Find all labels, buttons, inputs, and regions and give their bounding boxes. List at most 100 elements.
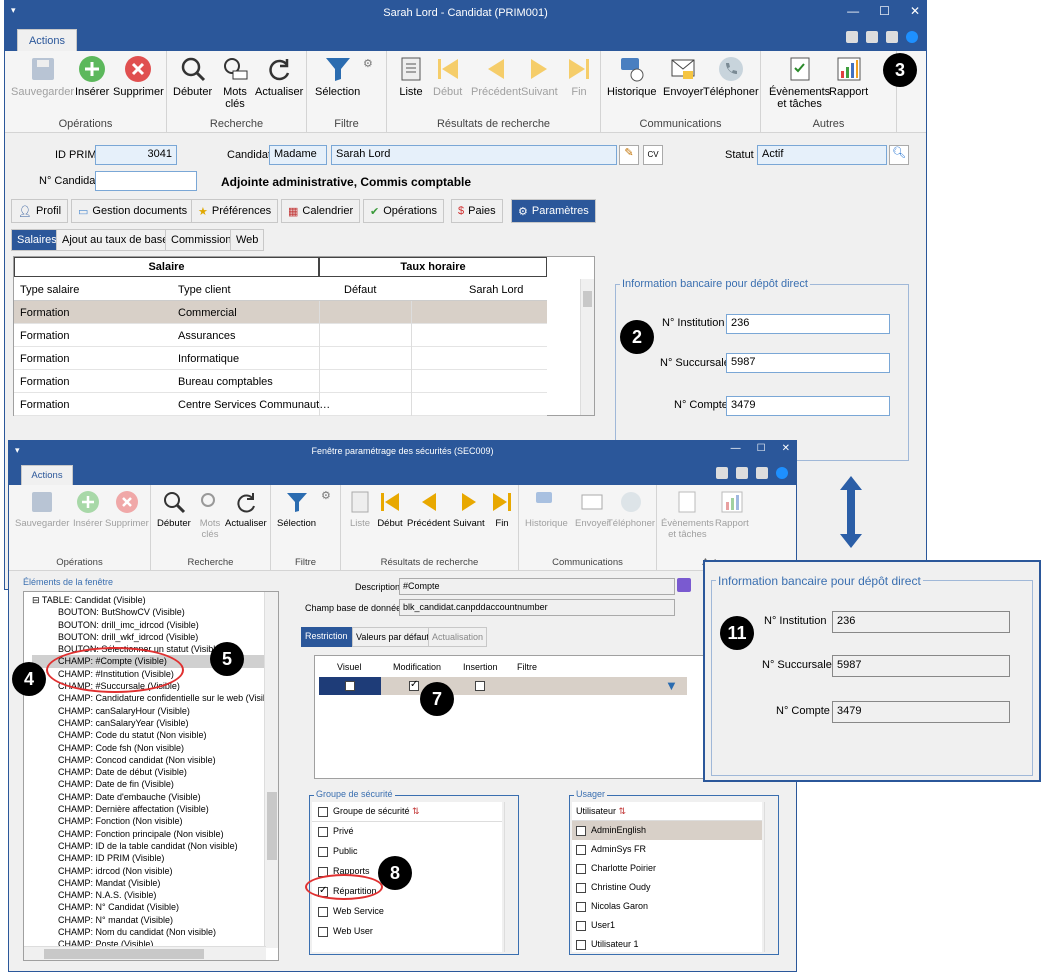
checkbox[interactable] — [576, 825, 586, 836]
checkbox[interactable] — [576, 863, 586, 874]
debuter-button[interactable]: Débuter — [173, 55, 212, 98]
maximize-icon[interactable]: ☐ — [757, 443, 766, 454]
tab-calendrier[interactable]: ▦ Calendrier — [281, 199, 361, 223]
tree-hscrollbar[interactable] — [24, 946, 266, 960]
keywords-button[interactable]: Mots clés — [221, 55, 249, 110]
list-item[interactable]: Public — [312, 842, 502, 862]
description-field[interactable]: #Compte — [399, 578, 675, 595]
list-item[interactable]: Utilisateur ⇅ — [572, 802, 762, 821]
print-icon[interactable] — [756, 467, 768, 479]
list-item[interactable]: Nicolas Garon — [572, 897, 762, 916]
no-candidat-field[interactable] — [95, 171, 197, 191]
id-prim-field[interactable]: 3041 — [95, 145, 177, 165]
envoyer-button[interactable]: Envoyer — [575, 489, 610, 529]
tree-item[interactable]: ⊟ TABLE: Candidat (Visible) — [32, 594, 278, 606]
list-item[interactable]: Web Service — [312, 902, 502, 922]
rapport-button[interactable]: Rapport — [829, 55, 868, 98]
refresh-button[interactable]: Actualiser — [255, 55, 303, 98]
checkbox[interactable] — [576, 920, 586, 931]
tab-parametres[interactable]: ⚙ Paramètres — [511, 199, 596, 223]
groupe-scrollbar[interactable] — [504, 802, 518, 952]
tab-restriction[interactable]: Restriction — [301, 627, 352, 647]
calculator-icon[interactable] — [716, 467, 728, 479]
checkbox[interactable] — [318, 906, 328, 917]
filter-icon[interactable]: ▼ — [665, 678, 678, 693]
statut-field[interactable]: Actif — [757, 145, 887, 165]
list-item[interactable]: AdminSys FR — [572, 840, 762, 859]
table-row[interactable]: Formation Centre Services Communaut… — [14, 393, 547, 416]
close-icon[interactable]: ✕ — [782, 443, 790, 454]
debut-button[interactable]: Début — [433, 55, 462, 98]
list-item[interactable]: Christine Oudy — [572, 878, 762, 897]
calculator-icon[interactable] — [846, 31, 858, 43]
tree-item[interactable]: CHAMP: N° mandat (Visible) — [32, 914, 278, 926]
succursale-field[interactable]: 5987 — [726, 353, 890, 373]
envoyer-button[interactable]: Envoyer — [663, 55, 703, 98]
tree-item[interactable]: CHAMP: idrcod (Non visible) — [32, 865, 278, 877]
modification-checkbox[interactable] — [409, 679, 419, 691]
list-item[interactable]: Web User — [312, 922, 502, 942]
debut-button[interactable]: Début — [377, 489, 403, 529]
evenements-button[interactable]: Évènements et tâches — [769, 55, 830, 110]
grid-scrollbar[interactable] — [580, 279, 594, 415]
tree-item[interactable]: CHAMP: Nom du candidat (Non visible) — [32, 926, 278, 938]
suivant-button[interactable]: Suivant — [453, 489, 485, 529]
historique-button[interactable]: Historique — [607, 55, 657, 98]
tab-paies[interactable]: $ Paies — [451, 199, 503, 223]
checkbox[interactable] — [318, 846, 328, 857]
tree-item[interactable]: CHAMP: Mandat (Visible) — [32, 877, 278, 889]
insert-button[interactable]: Insérer — [73, 489, 103, 529]
table-row[interactable]: Formation Assurances — [14, 324, 547, 347]
gear-icon[interactable]: ⚙ — [363, 57, 373, 70]
checkbox[interactable] — [318, 926, 328, 937]
subtab-ajout-taux[interactable]: Ajout au taux de base — [56, 229, 175, 251]
edit-pencil-icon[interactable]: ✎ — [619, 145, 639, 165]
suivant-button[interactable]: Suivant — [521, 55, 558, 98]
institution-field[interactable]: 236 — [726, 314, 890, 334]
precedent-button[interactable]: Précédent — [471, 55, 521, 98]
tab-gestion-documents[interactable]: ▭ Gestion documents — [71, 199, 195, 223]
tree-item[interactable]: CHAMP: canSalaryYear (Visible) — [32, 717, 278, 729]
selection-button[interactable]: Sélection — [277, 489, 316, 529]
system-menu-icon[interactable]: ▾ — [11, 5, 16, 16]
tree-item[interactable]: BOUTON: drill_imc_idrcod (Visible) — [32, 619, 278, 631]
sort-icon[interactable]: ⇅ — [410, 806, 420, 816]
tree-item[interactable]: CHAMP: Date d'embauche (Visible) — [32, 791, 278, 803]
telephoner-button[interactable]: Téléphoner — [703, 55, 759, 98]
checkbox[interactable] — [576, 844, 586, 855]
tab-actualisation[interactable]: Actualisation — [428, 627, 488, 647]
close-icon[interactable]: ✕ — [910, 4, 920, 18]
cv-search-icon[interactable]: CV — [643, 145, 663, 165]
list-item[interactable]: Utilisateur 1 — [572, 935, 762, 954]
help-icon[interactable] — [776, 467, 788, 479]
tree-item[interactable]: CHAMP: Fonction principale (Non visible) — [32, 828, 278, 840]
tab-actions[interactable]: Actions — [21, 465, 73, 485]
save-button[interactable]: Sauvegarder — [15, 489, 69, 529]
historique-button[interactable]: Historique — [525, 489, 568, 529]
save-button[interactable]: Sauvegarder — [11, 55, 74, 98]
maximize-icon[interactable]: ☐ — [879, 4, 890, 18]
list-item[interactable]: Charlotte Poirier — [572, 859, 762, 878]
collapse-icon[interactable]: ⊟ — [32, 595, 42, 605]
table-row[interactable]: Formation Bureau comptables — [14, 370, 547, 393]
champ-field[interactable]: blk_candidat.canpddaccountnumber — [399, 599, 675, 616]
help-icon[interactable] — [906, 31, 918, 43]
visuel-checkbox[interactable] — [345, 681, 355, 691]
tree-item[interactable]: CHAMP: Concod candidat (Non visible) — [32, 754, 278, 766]
comment-icon[interactable] — [677, 578, 691, 592]
tree-item[interactable]: BOUTON: ButShowCV (Visible) — [32, 606, 278, 618]
tab-operations[interactable]: ✔ Opérations — [363, 199, 445, 223]
tab-actions[interactable]: Actions — [17, 29, 77, 51]
tab-profil[interactable]: 👤︎ Profil — [11, 199, 69, 223]
debuter-button[interactable]: Débuter — [157, 489, 191, 529]
subtab-web[interactable]: Web — [230, 229, 265, 251]
liste-button[interactable]: Liste — [397, 55, 425, 98]
tab-preferences[interactable]: ★ Préférences — [191, 199, 279, 223]
delete-button[interactable]: Supprimer — [113, 55, 164, 98]
evenements-button[interactable]: Évènements et tâches — [661, 489, 714, 540]
minimize-icon[interactable]: — — [731, 443, 741, 454]
tree-item[interactable]: CHAMP: N.A.S. (Visible) — [32, 889, 278, 901]
tree-item[interactable]: BOUTON: drill_wkf_idrcod (Visible) — [32, 631, 278, 643]
tab-valeurs-defaut[interactable]: Valeurs par défaut — [352, 627, 433, 647]
tree-item[interactable]: CHAMP: Fonction (Non visible) — [32, 815, 278, 827]
